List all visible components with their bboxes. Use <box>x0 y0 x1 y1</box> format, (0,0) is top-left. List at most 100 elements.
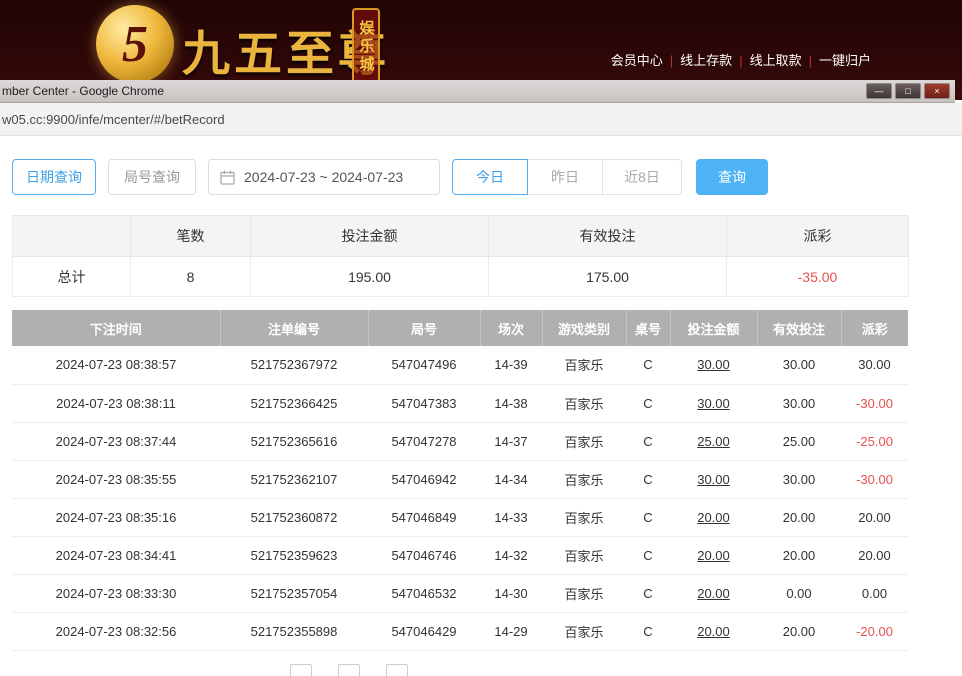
bet-amount-link[interactable]: 30.00 <box>670 384 757 422</box>
game-type-cell: 百家乐 <box>542 384 626 422</box>
header-bet-time: 下注时间 <box>12 310 220 346</box>
summary-header-payout: 派彩 <box>727 216 909 257</box>
session-cell: 14-33 <box>480 498 542 536</box>
payout-cell: 20.00 <box>841 536 908 574</box>
bet-amount-link[interactable]: 30.00 <box>670 460 757 498</box>
valid-bet-cell: 20.00 <box>757 498 841 536</box>
bet-amount-link[interactable]: 25.00 <box>670 422 757 460</box>
payout-cell: 30.00 <box>841 346 908 384</box>
bet-amount-link[interactable]: 20.00 <box>670 574 757 612</box>
table-row: 2024-07-23 08:38:11 521752366425 5470473… <box>12 384 908 422</box>
valid-bet-cell: 20.00 <box>757 612 841 650</box>
payout-cell: -25.00 <box>841 422 908 460</box>
pagination-button[interactable] <box>338 664 360 676</box>
table-row: 2024-07-23 08:32:56 521752355898 5470464… <box>12 612 908 650</box>
nav-separator: | <box>739 53 742 68</box>
header-payout: 派彩 <box>841 310 908 346</box>
bet-amount-link[interactable]: 20.00 <box>670 612 757 650</box>
table-no-cell: C <box>626 422 670 460</box>
bet-amount-link[interactable]: 20.00 <box>670 536 757 574</box>
round-no-cell: 547046849 <box>368 498 480 536</box>
minimize-button[interactable]: — <box>866 83 892 99</box>
tab-date-query[interactable]: 日期查询 <box>12 159 96 195</box>
bet-amount-link[interactable]: 20.00 <box>670 498 757 536</box>
bet-time-cell: 2024-07-23 08:33:30 <box>12 574 220 612</box>
maximize-button[interactable]: □ <box>895 83 921 99</box>
table-no-cell: C <box>626 460 670 498</box>
date-range-picker[interactable]: 2024-07-23 ~ 2024-07-23 <box>208 159 440 195</box>
round-no-cell: 547047278 <box>368 422 480 460</box>
game-type-cell: 百家乐 <box>542 574 626 612</box>
valid-bet-cell: 0.00 <box>757 574 841 612</box>
payout-cell: -20.00 <box>841 612 908 650</box>
bet-time-cell: 2024-07-23 08:35:55 <box>12 460 220 498</box>
payout-cell: 20.00 <box>841 498 908 536</box>
header-round-no: 局号 <box>368 310 480 346</box>
nav-member-center[interactable]: 会员中心 <box>611 53 663 68</box>
session-cell: 14-30 <box>480 574 542 612</box>
valid-bet-cell: 30.00 <box>757 460 841 498</box>
summary-header-blank <box>13 216 131 257</box>
quick-date-group: 今日 昨日 近8日 <box>452 159 682 195</box>
pagination-button[interactable] <box>290 664 312 676</box>
order-no-cell: 521752360872 <box>220 498 368 536</box>
round-no-cell: 547046942 <box>368 460 480 498</box>
nav-online-withdraw[interactable]: 线上取款 <box>750 53 802 68</box>
summary-header-bet-amount: 投注金额 <box>251 216 489 257</box>
date-range-value: 2024-07-23 ~ 2024-07-23 <box>244 169 403 185</box>
bet-amount-link[interactable]: 30.00 <box>670 346 757 384</box>
tab-round-query[interactable]: 局号查询 <box>108 159 196 195</box>
summary-total-label: 总计 <box>13 257 131 297</box>
logo-coin-icon: 5 <box>96 5 174 83</box>
logo-badge: 娱乐城 <box>352 8 380 86</box>
today-button[interactable]: 今日 <box>452 159 528 195</box>
nav-online-deposit[interactable]: 线上存款 <box>680 53 732 68</box>
summary-header-valid-bet: 有效投注 <box>489 216 727 257</box>
nav-one-key-transfer[interactable]: 一键归户 <box>819 53 871 68</box>
filter-bar: 日期查询 局号查询 2024-07-23 ~ 2024-07-23 今日 昨日 … <box>12 158 768 196</box>
summary-payout: -35.00 <box>727 257 909 297</box>
browser-url-bar[interactable]: w05.cc:9900/infe/mcenter/#/betRecord <box>0 103 962 136</box>
table-row: 2024-07-23 08:38:57 521752367972 5470474… <box>12 346 908 384</box>
round-no-cell: 547046429 <box>368 612 480 650</box>
pagination-button[interactable] <box>386 664 408 676</box>
header-bet-amount: 投注金额 <box>670 310 757 346</box>
order-no-cell: 521752359623 <box>220 536 368 574</box>
payout-cell: -30.00 <box>841 460 908 498</box>
payout-cell: -30.00 <box>841 384 908 422</box>
round-no-cell: 547047496 <box>368 346 480 384</box>
bet-record-table: 下注时间 注单编号 局号 场次 游戏类别 桌号 投注金额 有效投注 派彩 202… <box>12 310 908 651</box>
table-row: 2024-07-23 08:34:41 521752359623 5470467… <box>12 536 908 574</box>
close-button[interactable]: × <box>924 83 950 99</box>
summary-total-row: 总计 8 195.00 175.00 -35.00 <box>13 257 909 297</box>
order-no-cell: 521752362107 <box>220 460 368 498</box>
bet-time-cell: 2024-07-23 08:38:57 <box>12 346 220 384</box>
yesterday-button[interactable]: 昨日 <box>527 159 603 195</box>
valid-bet-cell: 30.00 <box>757 346 841 384</box>
game-type-cell: 百家乐 <box>542 346 626 384</box>
order-no-cell: 521752366425 <box>220 384 368 422</box>
bet-time-cell: 2024-07-23 08:34:41 <box>12 536 220 574</box>
bet-time-cell: 2024-07-23 08:38:11 <box>12 384 220 422</box>
search-button[interactable]: 查询 <box>696 159 768 195</box>
table-no-cell: C <box>626 498 670 536</box>
valid-bet-cell: 25.00 <box>757 422 841 460</box>
bet-time-cell: 2024-07-23 08:32:56 <box>12 612 220 650</box>
browser-titlebar[interactable]: mber Center - Google Chrome — □ × <box>0 80 955 103</box>
header-valid-bet: 有效投注 <box>757 310 841 346</box>
pagination <box>290 664 408 676</box>
round-no-cell: 547047383 <box>368 384 480 422</box>
session-cell: 14-38 <box>480 384 542 422</box>
session-cell: 14-34 <box>480 460 542 498</box>
game-type-cell: 百家乐 <box>542 536 626 574</box>
session-cell: 14-32 <box>480 536 542 574</box>
last-8-days-button[interactable]: 近8日 <box>602 159 682 195</box>
valid-bet-cell: 20.00 <box>757 536 841 574</box>
bet-time-cell: 2024-07-23 08:37:44 <box>12 422 220 460</box>
nav-separator: | <box>670 53 673 68</box>
order-no-cell: 521752357054 <box>220 574 368 612</box>
session-cell: 14-37 <box>480 422 542 460</box>
logo-coin-number: 5 <box>122 15 148 74</box>
summary-valid-bet: 175.00 <box>489 257 727 297</box>
table-row: 2024-07-23 08:33:30 521752357054 5470465… <box>12 574 908 612</box>
